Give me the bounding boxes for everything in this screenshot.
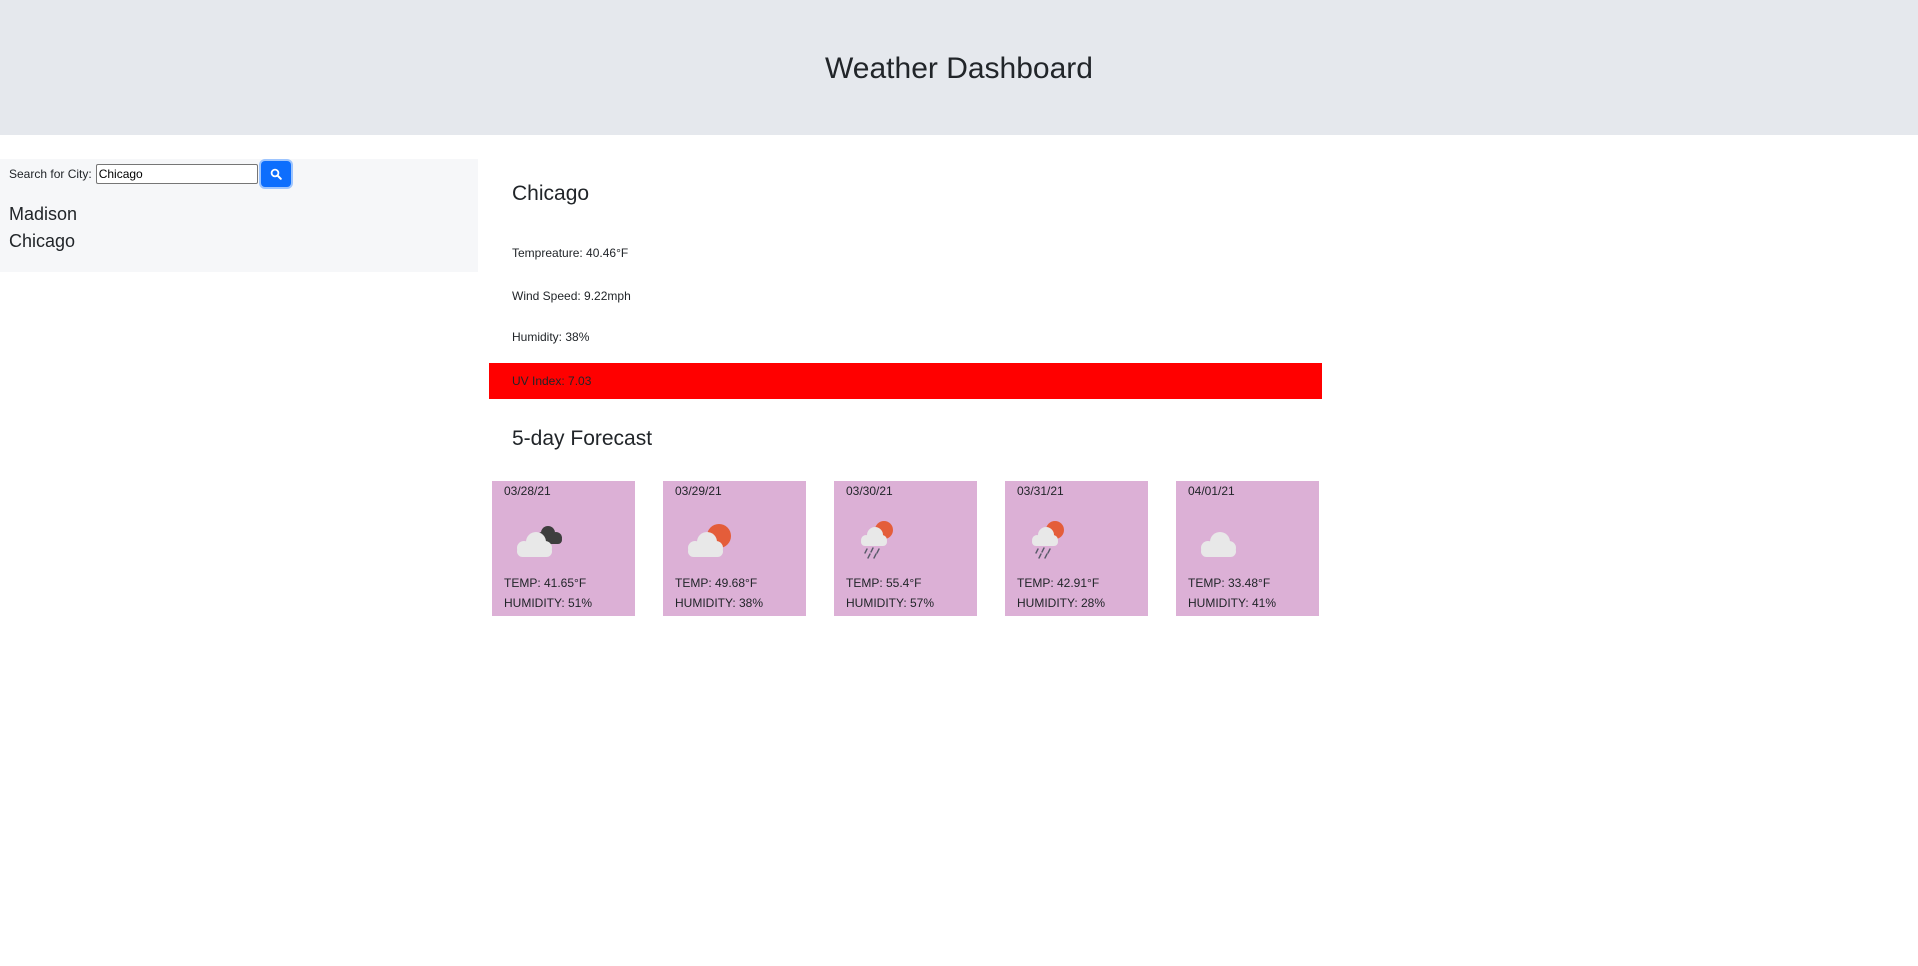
history-item-chicago[interactable]: Chicago (9, 228, 77, 255)
rain-icon (861, 521, 893, 559)
forecast-temp: TEMP: 49.68°F (675, 576, 758, 590)
forecast-humidity: HUMIDITY: 57% (846, 596, 935, 610)
forecast-card: 03/28/21 TEMP: 41.65°F HUMIDITY: 51% (492, 481, 635, 616)
city-search-input[interactable] (95, 164, 258, 184)
current-temperature: Tempreature: 40.46°F (512, 246, 629, 260)
forecast-date: 03/28/21 (504, 484, 551, 498)
cloud-icon (1201, 532, 1236, 557)
forecast-humidity: HUMIDITY: 41% (1188, 596, 1277, 610)
current-city-name: Chicago (512, 182, 590, 205)
forecast-humidity: HUMIDITY: 28% (1017, 596, 1106, 610)
forecast-temp: TEMP: 55.4°F (846, 576, 922, 590)
broken-clouds-icon (517, 526, 562, 557)
search-history-list: Madison Chicago (9, 201, 77, 255)
forecast-date: 03/30/21 (846, 484, 893, 498)
search-row: Search for City: (9, 161, 291, 187)
forecast-card: 03/29/21 TEMP: 49.68°F HUMIDITY: 38% (663, 481, 806, 616)
forecast-card: 03/31/21 TEMP: 42.91°F HUMIDITY: 28% (1005, 481, 1148, 616)
forecast-title: 5-day Forecast (512, 427, 653, 450)
search-button[interactable] (260, 161, 291, 187)
few-clouds-icon (688, 524, 731, 557)
search-label: Search for City: (9, 167, 92, 181)
forecast-date: 03/31/21 (1017, 484, 1064, 498)
forecast-temp: TEMP: 33.48°F (1188, 576, 1271, 590)
history-item-madison[interactable]: Madison (9, 201, 77, 228)
forecast-date: 04/01/21 (1188, 484, 1235, 498)
search-icon (270, 168, 282, 180)
forecast-card: 04/01/21 TEMP: 33.48°F HUMIDITY: 41% (1176, 481, 1319, 616)
current-wind-speed: Wind Speed: 9.22mph (512, 289, 631, 303)
forecast-temp: TEMP: 41.65°F (504, 576, 587, 590)
forecast-humidity: HUMIDITY: 38% (675, 596, 764, 610)
rain-icon (1032, 521, 1064, 559)
uv-index-text: UV Index: 7.03 (512, 374, 592, 388)
forecast-humidity: HUMIDITY: 51% (504, 596, 593, 610)
page-title: Weather Dashboard (825, 51, 1093, 85)
forecast-temp: TEMP: 42.91°F (1017, 576, 1100, 590)
uv-index-bar: UV Index: 7.03 (489, 363, 1322, 399)
search-sidebar: Search for City: Madison Chicago (0, 159, 478, 272)
page-header: Weather Dashboard (0, 0, 1918, 135)
current-humidity: Humidity: 38% (512, 330, 590, 344)
forecast-date: 03/29/21 (675, 484, 722, 498)
forecast-card: 03/30/21 TEMP: 55.4°F HUMIDITY: 57% (834, 481, 977, 616)
